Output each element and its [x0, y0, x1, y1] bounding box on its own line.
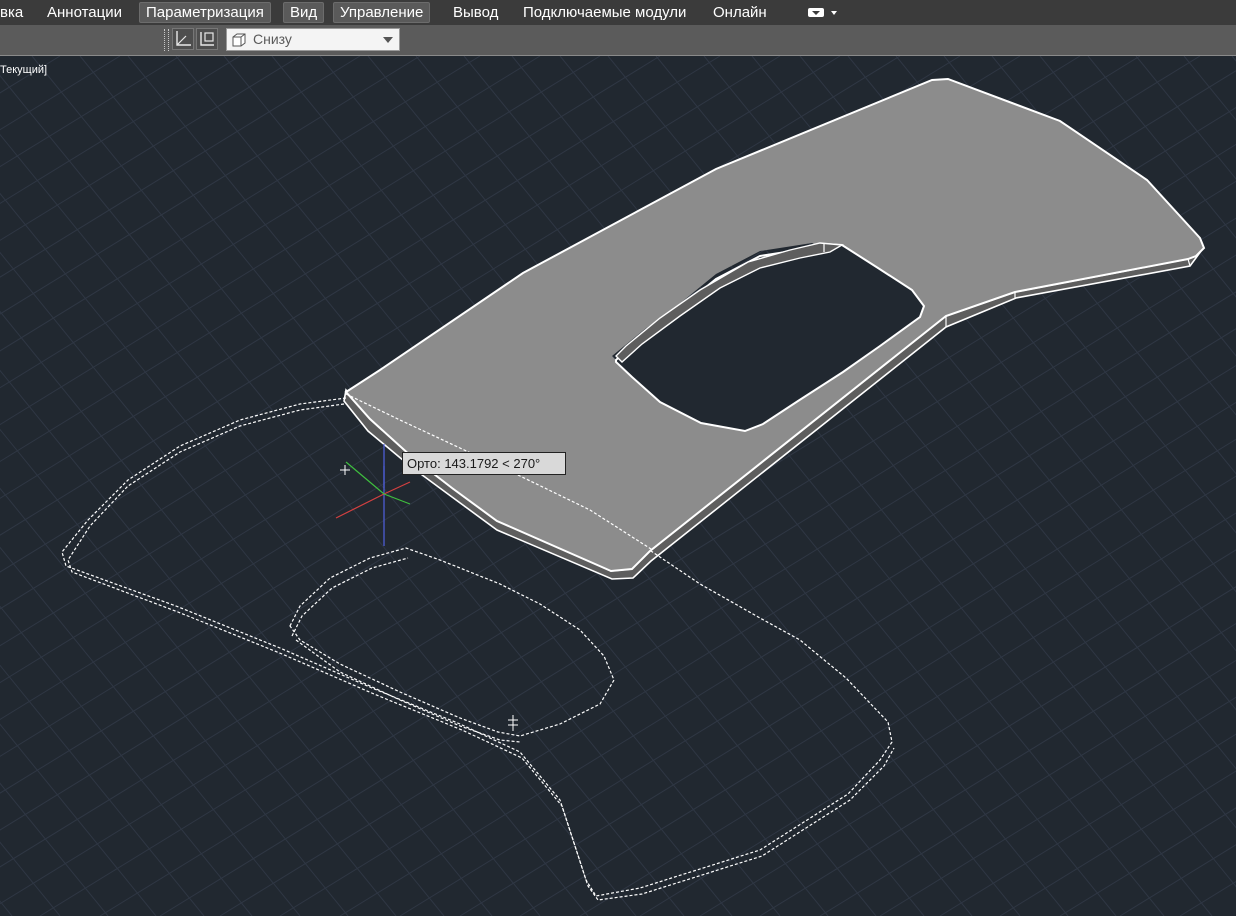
ucs-icon [176, 31, 191, 46]
view-cube-icon [232, 33, 246, 47]
ribbon-state-icon[interactable] [806, 5, 840, 20]
view-select-value: Снизу [253, 31, 292, 47]
autocad-window: вка Аннотации Параметризация Вид Управле… [0, 0, 1236, 916]
tab-output[interactable]: Вывод [447, 2, 504, 23]
tab-manage[interactable]: Управление [333, 2, 431, 23]
tab-insert[interactable]: вка [0, 2, 29, 23]
ucs-view-icon [200, 32, 214, 46]
view-select[interactable]: Снизу [226, 28, 400, 51]
drawing-viewport[interactable]: Текущий] Орто: 143.1792 < 270° [0, 56, 1236, 916]
crosshair-cursor [508, 715, 518, 731]
tab-annotate[interactable]: Аннотации [41, 2, 128, 23]
ucs-axis-icon [335, 444, 411, 546]
viewport-style-label[interactable]: Текущий] [0, 64, 47, 76]
chevron-down-icon[interactable] [383, 37, 393, 43]
tab-online[interactable]: Онлайн [707, 2, 773, 23]
solid-body[interactable] [343, 77, 1206, 580]
tab-parametric[interactable]: Параметризация [139, 2, 271, 23]
toolbar-grip[interactable] [164, 29, 169, 51]
view-toolbar: Снизу [0, 25, 1236, 56]
tab-view[interactable]: Вид [283, 2, 325, 23]
ucs-view-button[interactable] [196, 28, 218, 50]
ucs-button[interactable] [172, 28, 194, 50]
ribbon-tab-bar: вка Аннотации Параметризация Вид Управле… [0, 0, 1236, 26]
model-space-canvas[interactable] [0, 56, 1236, 916]
tab-plugins[interactable]: Подключаемые модули [517, 2, 692, 23]
ortho-tooltip: Орто: 143.1792 < 270° [402, 452, 566, 475]
